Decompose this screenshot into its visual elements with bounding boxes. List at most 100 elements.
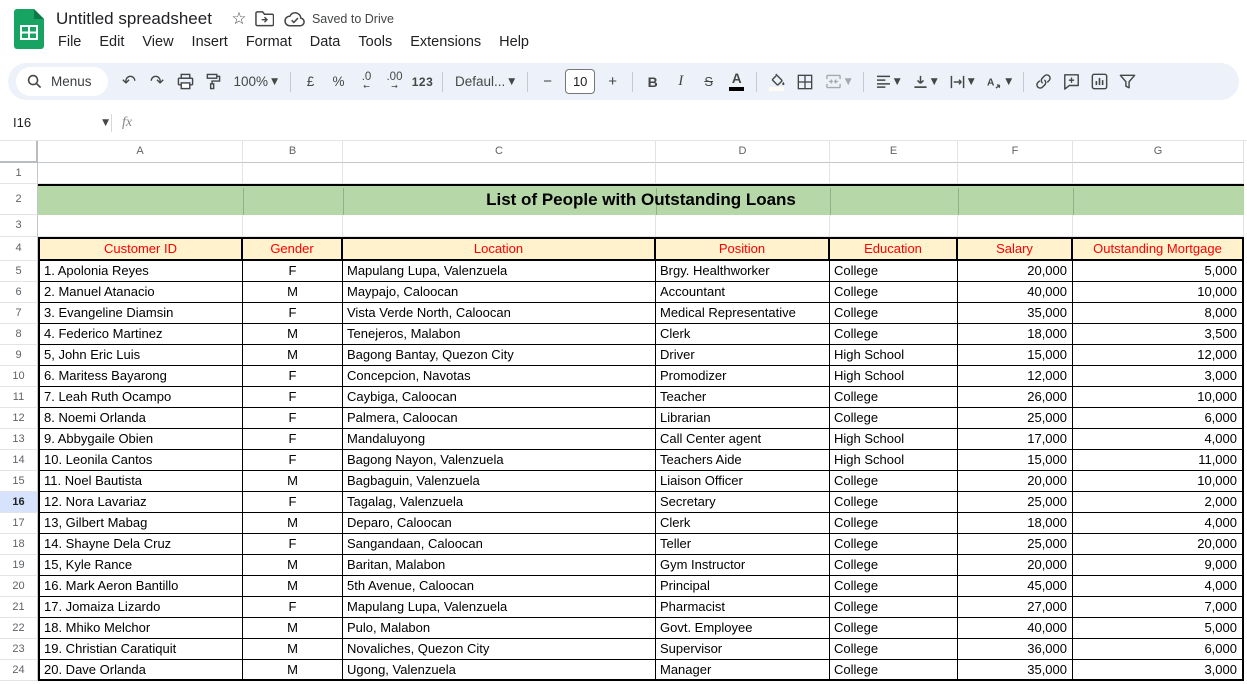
cell[interactable]: 20,000 <box>958 261 1073 282</box>
sheets-logo-icon[interactable] <box>14 9 44 50</box>
table-header-cell[interactable]: Customer ID <box>38 237 243 261</box>
cell[interactable]: College <box>830 555 958 576</box>
cell[interactable]: 26,000 <box>958 387 1073 408</box>
cell[interactable]: 2. Manuel Atanacio <box>38 282 243 303</box>
cell[interactable]: Promodizer <box>656 366 830 387</box>
star-icon[interactable]: ☆ <box>226 7 252 31</box>
cell[interactable]: M <box>243 660 343 681</box>
cell[interactable]: Mandaluyong <box>343 429 656 450</box>
zoom-control[interactable]: 100% ▼ <box>228 69 284 95</box>
row-number[interactable]: 24 <box>0 660 38 681</box>
paint-format-button[interactable] <box>200 69 227 95</box>
print-button[interactable] <box>172 69 199 95</box>
cell[interactable]: 10,000 <box>1073 282 1244 303</box>
cell[interactable]: College <box>830 324 958 345</box>
row-number[interactable]: 10 <box>0 366 38 387</box>
cell[interactable]: 40,000 <box>958 282 1073 303</box>
increase-font-size-button[interactable]: + <box>599 69 626 95</box>
cell[interactable]: Clerk <box>656 324 830 345</box>
text-color-button[interactable]: A <box>723 69 750 95</box>
cell[interactable] <box>1073 163 1244 184</box>
fill-color-button[interactable] <box>763 69 790 95</box>
cell[interactable] <box>38 163 243 184</box>
cell[interactable]: 6. Maritess Bayarong <box>38 366 243 387</box>
cell[interactable]: F <box>243 408 343 429</box>
currency-format-button[interactable]: £ <box>297 69 324 95</box>
cell[interactable]: 7. Leah Ruth Ocampo <box>38 387 243 408</box>
cell[interactable]: F <box>243 366 343 387</box>
cell[interactable]: Bagong Nayon, Valenzuela <box>343 450 656 471</box>
cell[interactable]: 3,000 <box>1073 366 1244 387</box>
cell[interactable]: 10,000 <box>1073 471 1244 492</box>
percent-format-button[interactable]: % <box>325 69 352 95</box>
merge-cells-button[interactable]: ▼ <box>819 69 857 95</box>
cell[interactable]: 3. Evangeline Diamsin <box>38 303 243 324</box>
row-number[interactable]: 15 <box>0 471 38 492</box>
table-header-cell[interactable]: Outstanding Mortgage <box>1073 237 1244 261</box>
cell[interactable]: Bagong Bantay, Quezon City <box>343 345 656 366</box>
cell[interactable]: High School <box>830 345 958 366</box>
cell[interactable]: College <box>830 534 958 555</box>
document-title[interactable]: Untitled spreadsheet <box>56 9 212 29</box>
cell[interactable]: M <box>243 345 343 366</box>
insert-link-button[interactable] <box>1030 69 1057 95</box>
cell[interactable]: M <box>243 471 343 492</box>
cell[interactable]: College <box>830 387 958 408</box>
row-number[interactable]: 11 <box>0 387 38 408</box>
cell[interactable]: Palmera, Caloocan <box>343 408 656 429</box>
row-number[interactable]: 21 <box>0 597 38 618</box>
text-rotation-button[interactable]: A ▼ <box>981 69 1017 95</box>
cell[interactable]: Sangandaan, Caloocan <box>343 534 656 555</box>
table-header-cell[interactable]: Location <box>343 237 656 261</box>
row-number[interactable]: 6 <box>0 282 38 303</box>
menu-data[interactable]: Data <box>301 32 350 52</box>
cell[interactable]: M <box>243 576 343 597</box>
cell[interactable]: 5,000 <box>1073 618 1244 639</box>
row-number[interactable]: 13 <box>0 429 38 450</box>
cell[interactable]: F <box>243 534 343 555</box>
increase-decimal-button[interactable]: .00 → <box>381 69 408 95</box>
insert-chart-button[interactable] <box>1086 69 1113 95</box>
cell[interactable]: M <box>243 555 343 576</box>
column-header-D[interactable]: D <box>656 141 830 163</box>
cell[interactable]: College <box>830 576 958 597</box>
cell[interactable]: 15, Kyle Rance <box>38 555 243 576</box>
cell[interactable]: F <box>243 450 343 471</box>
cell[interactable]: 25,000 <box>958 534 1073 555</box>
cell[interactable]: 27,000 <box>958 597 1073 618</box>
cell[interactable]: High School <box>830 366 958 387</box>
cell[interactable]: M <box>243 324 343 345</box>
cell[interactable]: 6,000 <box>1073 408 1244 429</box>
cell[interactable]: College <box>830 408 958 429</box>
cell[interactable]: M <box>243 618 343 639</box>
strikethrough-button[interactable]: S <box>695 69 722 95</box>
name-box[interactable]: I16 ▼ <box>0 115 109 130</box>
cell[interactable]: Mapulang Lupa, Valenzuela <box>343 261 656 282</box>
cell[interactable]: M <box>243 513 343 534</box>
cell[interactable]: College <box>830 513 958 534</box>
cell[interactable] <box>343 215 656 237</box>
cell[interactable]: Ugong, Valenzuela <box>343 660 656 681</box>
cell[interactable]: F <box>243 429 343 450</box>
menu-tools[interactable]: Tools <box>349 32 401 52</box>
row-number[interactable]: 1 <box>0 163 38 184</box>
italic-button[interactable]: I <box>667 69 694 95</box>
cell[interactable] <box>1073 215 1244 237</box>
row-number[interactable]: 3 <box>0 215 38 237</box>
cell[interactable]: Teller <box>656 534 830 555</box>
cell[interactable]: 11,000 <box>1073 450 1244 471</box>
cell[interactable]: F <box>243 387 343 408</box>
cell[interactable]: Secretary <box>656 492 830 513</box>
cell[interactable]: 25,000 <box>958 492 1073 513</box>
cell[interactable]: 17. Jomaiza Lizardo <box>38 597 243 618</box>
menus-search-button[interactable]: Menus <box>16 67 108 96</box>
formula-input[interactable] <box>132 105 1247 140</box>
cell[interactable]: Pharmacist <box>656 597 830 618</box>
cell[interactable]: 4. Federico Martinez <box>38 324 243 345</box>
cell[interactable]: 4,000 <box>1073 429 1244 450</box>
cell[interactable]: Medical Representative <box>656 303 830 324</box>
cell[interactable]: 5,000 <box>1073 261 1244 282</box>
cell[interactable]: 8. Noemi Orlanda <box>38 408 243 429</box>
cell[interactable]: 1. Apolonia Reyes <box>38 261 243 282</box>
cell[interactable]: College <box>830 660 958 681</box>
